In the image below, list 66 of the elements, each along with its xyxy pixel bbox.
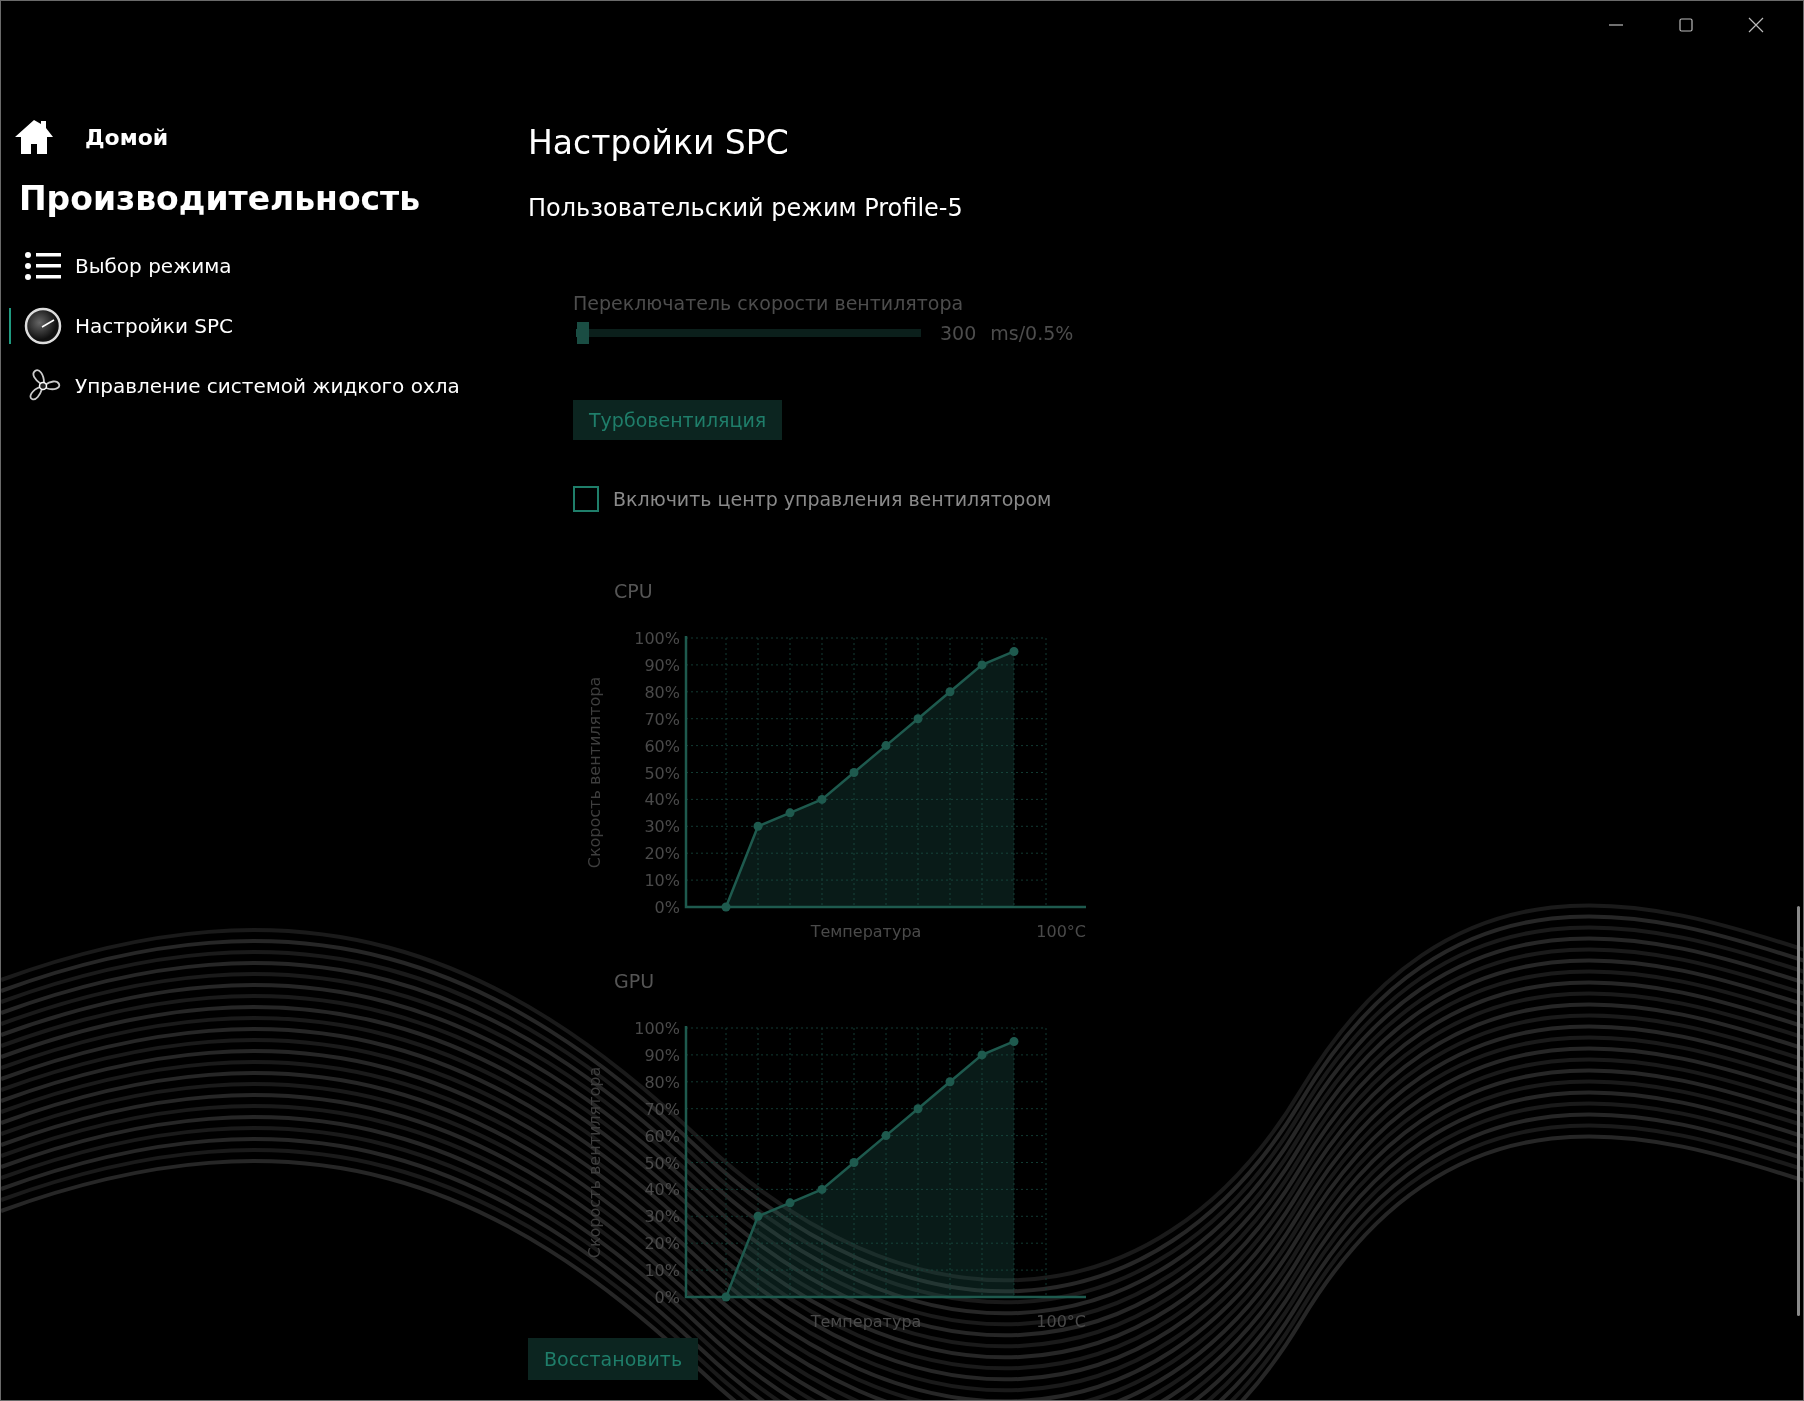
curve-point[interactable] [785,808,795,818]
curve-point[interactable] [753,1211,763,1221]
curve-point[interactable] [817,794,827,804]
curve-point[interactable] [881,741,891,751]
tick-label: 100% [634,629,680,648]
nav-item[interactable]: Управление системой жидкого охла [1,356,483,416]
curve-point[interactable] [977,1050,987,1060]
axis-end-label: 100°C [1036,1312,1086,1331]
axis-end-label: 100°C [1036,922,1086,941]
curve-point[interactable] [1009,1036,1019,1046]
tick-label: 60% [644,1126,680,1146]
tick-label: 10% [644,1261,680,1281]
tick-label: 30% [644,817,680,837]
tick-label: 100% [634,1019,680,1038]
curve-point[interactable] [753,821,763,831]
tick-label: 80% [644,682,680,702]
nav-item[interactable]: Выбор режима [1,236,483,296]
tick-label: 70% [644,1099,680,1119]
tick-label: 40% [644,1180,680,1200]
axis-label: Температура [810,1312,922,1331]
checkbox-label[interactable]: Включить центр управления вентилятором [613,488,1052,510]
slider-thumb[interactable] [576,322,589,344]
curve-point[interactable] [881,1131,891,1141]
slider-label: Переключатель скорости вентилятора [573,292,965,314]
curve-point[interactable] [913,1104,923,1114]
tick-label: 10% [644,871,680,891]
tick-label: 80% [644,1072,680,1092]
curve-point[interactable] [849,1158,859,1167]
curve-point[interactable] [977,660,987,670]
nav-item[interactable]: Настройки SPC [1,296,483,356]
tick-label: 60% [644,736,680,756]
fan-speed-slider[interactable] [573,322,924,344]
curve-point[interactable] [913,714,923,724]
page-title: Настройки SPC [528,123,790,162]
tick-label: 50% [644,1153,680,1173]
tick-label: 70% [644,709,680,729]
gauge-icon [23,306,63,346]
tick-label: 40% [644,790,680,810]
curve-point[interactable] [1009,646,1019,656]
chart-title: GPU [614,970,656,992]
tick-label: 0% [654,1288,680,1307]
curve-point[interactable] [817,1184,827,1194]
section-heading: Производительность [19,179,422,218]
curve-point[interactable] [721,902,731,912]
tick-label: 20% [644,1234,680,1254]
chart-title: CPU [614,580,654,602]
curve-point[interactable] [945,687,955,697]
curve-point[interactable] [849,768,859,777]
home-link[interactable]: Домой [85,124,169,150]
scrollbar[interactable] [1797,906,1800,1316]
slider-value: 300 [940,322,977,344]
axis-label: Температура [810,922,922,941]
slider-unit: ms/0.5% [990,322,1074,344]
tick-label: 0% [654,898,680,917]
tick-label: 20% [644,844,680,864]
curve-point[interactable] [945,1077,955,1087]
axis-label: Скорость вентилятора [585,676,604,869]
home-icon[interactable] [13,118,55,156]
tick-label: 90% [644,1045,680,1065]
curve-point[interactable] [721,1292,731,1302]
checkbox[interactable] [573,486,599,512]
tick-label: 30% [644,1207,680,1227]
tick-label: 90% [644,655,680,675]
tick-label: 50% [644,763,680,783]
curve-point[interactable] [785,1198,795,1208]
page-subtitle: Пользовательский режим Profile-5 [528,194,964,222]
